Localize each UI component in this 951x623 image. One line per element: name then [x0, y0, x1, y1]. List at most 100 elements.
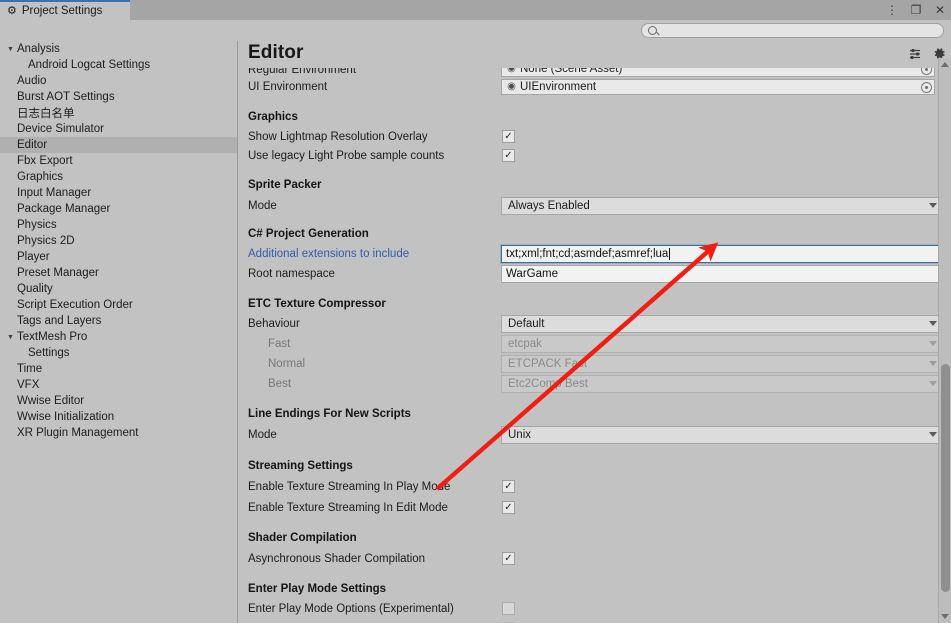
sidebar-item-label: Tags and Layers — [17, 315, 102, 327]
regular-environment-objectfield[interactable]: ◉ None (Scene Asset) — [501, 68, 935, 77]
row-legacy-lightprobe: Use legacy Light Probe sample counts ✓ — [239, 146, 951, 165]
sidebar-item-tags-and-layers[interactable]: ▼Tags and Layers — [0, 313, 237, 329]
sidebar-item-wwise-initialization[interactable]: ▼Wwise Initialization — [0, 409, 237, 425]
additional-extensions-input[interactable]: txt;xml;fnt;cd;asmdef;asmref;lua — [501, 245, 941, 263]
sidebar-item-time[interactable]: ▼Time — [0, 361, 237, 377]
root-namespace-input[interactable]: WarGame — [501, 265, 941, 283]
line-endings-mode-dropdown[interactable]: Unix — [501, 426, 943, 444]
additional-extensions-value: txt;xml;fnt;cd;asmdef;asmref;lua — [506, 248, 669, 260]
close-icon[interactable]: ✕ — [933, 3, 947, 17]
sprite-packer-mode-dropdown[interactable]: Always Enabled — [501, 197, 943, 215]
sidebar-item-package-manager[interactable]: ▼Package Manager — [0, 201, 237, 217]
sidebar-item-audio[interactable]: ▼Audio — [0, 73, 237, 89]
sidebar-item-textmesh-pro[interactable]: ▼ TextMesh Pro — [0, 329, 237, 345]
scrollbar-thumb[interactable] — [941, 364, 950, 592]
sidebar-item-label: Quality — [17, 283, 53, 295]
streaming-play-mode-checkbox[interactable]: ✓ — [502, 480, 515, 493]
chevron-down-icon — [929, 341, 937, 346]
sidebar-item-burst-aot-settings[interactable]: ▼Burst AOT Settings — [0, 89, 237, 105]
chevron-down-icon[interactable]: ▼ — [4, 334, 17, 341]
etc-best-value: Etc2Comp Best — [508, 378, 588, 390]
gear-icon: ⚙ — [7, 4, 17, 17]
row-label: Enable Texture Streaming In Edit Mode — [248, 501, 448, 514]
sidebar-item-player[interactable]: ▼Player — [0, 249, 237, 265]
row-etc-behaviour: Behaviour Default — [239, 314, 951, 334]
scroll-up-arrow-icon[interactable] — [941, 62, 949, 67]
sidebar-item-label: Graphics — [17, 171, 64, 183]
sidebar-item-physics-2d[interactable]: ▼Physics 2D — [0, 233, 237, 249]
sidebar-item-graphics[interactable]: ▼Graphics — [0, 169, 237, 185]
sidebar-item-xr-plugin-management[interactable]: ▼XR Plugin Management — [0, 425, 237, 441]
chevron-down-icon — [929, 361, 937, 366]
sidebar-item-label: Package Manager — [17, 203, 111, 215]
row-reload-domain: Reload Domain — [239, 619, 951, 623]
sidebar-item-physics[interactable]: ▼Physics — [0, 217, 237, 233]
sidebar-item-label: Physics 2D — [17, 235, 75, 247]
section-enter-play-mode: Enter Play Mode Settings — [239, 578, 951, 599]
scene-asset-icon: ◉ — [507, 68, 516, 74]
row-label: Additional extensions to include — [248, 248, 410, 260]
row-label: Mode — [248, 200, 277, 212]
sidebar-item-label: XR Plugin Management — [17, 427, 139, 439]
object-picker-icon[interactable] — [921, 82, 932, 93]
sidebar-item-android-logcat-settings[interactable]: ▼Android Logcat Settings — [0, 57, 237, 73]
sidebar-item-wwise-editor[interactable]: ▼Wwise Editor — [0, 393, 237, 409]
streaming-edit-mode-checkbox[interactable]: ✓ — [502, 501, 515, 514]
show-lightmap-overlay-checkbox[interactable]: ✓ — [502, 130, 515, 143]
vertical-scrollbar[interactable] — [938, 58, 951, 623]
row-label: Root namespace — [248, 268, 335, 280]
section-title: Sprite Packer — [248, 178, 322, 191]
section-sprite-packer: Sprite Packer — [239, 174, 951, 195]
sidebar-item-quality[interactable]: ▼Quality — [0, 281, 237, 297]
search-bar-row — [0, 20, 951, 41]
window-tab-bar: ⚙ Project Settings ⋮ ❐ ✕ — [0, 0, 951, 20]
row-root-namespace: Root namespace WarGame — [239, 264, 951, 284]
section-title: Streaming Settings — [248, 459, 353, 472]
sidebar-item-editor[interactable]: ▼Editor — [0, 137, 237, 153]
etc-behaviour-value: Default — [508, 318, 545, 330]
sidebar-item-fbx-export[interactable]: ▼Fbx Export — [0, 153, 237, 169]
legacy-lightprobe-checkbox[interactable]: ✓ — [502, 149, 515, 162]
row-label: Normal — [268, 358, 306, 370]
row-regular-environment: Regular Environment ◉ None (Scene Asset) — [239, 68, 951, 77]
etc-best-dropdown: Etc2Comp Best — [501, 375, 943, 393]
search-icon — [648, 26, 657, 35]
enter-play-mode-options-checkbox[interactable] — [502, 602, 515, 615]
settings-content: Regular Environment ◉ None (Scene Asset)… — [239, 68, 951, 623]
settings-sidebar[interactable]: ▼Analysis▼Android Logcat Settings▼Audio▼… — [0, 41, 238, 623]
panel-header: Editor — [239, 41, 951, 68]
sidebar-item-input-manager[interactable]: ▼Input Manager — [0, 185, 237, 201]
sidebar-item-[interactable]: ▼日志白名单 — [0, 105, 237, 121]
sidebar-item-script-execution-order[interactable]: ▼Script Execution Order — [0, 297, 237, 313]
scroll-down-arrow-icon[interactable] — [941, 614, 949, 619]
tab-label: Project Settings — [21, 5, 103, 17]
maximize-icon[interactable]: ❐ — [909, 3, 923, 17]
sidebar-item-label: Physics — [17, 219, 57, 231]
chevron-down-icon — [929, 432, 937, 437]
sidebar-item-label: Burst AOT Settings — [17, 91, 115, 103]
row-etc-best: Best Etc2Comp Best — [239, 374, 951, 394]
tab-project-settings[interactable]: ⚙ Project Settings — [0, 0, 130, 20]
etc-behaviour-dropdown[interactable]: Default — [501, 315, 943, 333]
root-namespace-value: WarGame — [506, 268, 558, 280]
row-line-endings-mode: Mode Unix — [239, 424, 951, 446]
chevron-down-icon[interactable]: ▼ — [4, 46, 17, 53]
sidebar-item-label: 日志白名单 — [17, 108, 75, 120]
sidebar-item-analysis[interactable]: ▼ Analysis — [0, 41, 237, 57]
search-input[interactable] — [641, 23, 944, 38]
ui-environment-objectfield[interactable]: ◉ UIEnvironment — [501, 79, 935, 95]
kebab-menu-icon[interactable]: ⋮ — [885, 3, 899, 17]
chevron-down-icon — [929, 203, 937, 208]
sidebar-item-device-simulator[interactable]: ▼Device Simulator — [0, 121, 237, 137]
row-label: Show Lightmap Resolution Overlay — [248, 130, 428, 143]
row-label: Best — [268, 378, 292, 390]
row-etc-fast: Fast etcpak — [239, 334, 951, 354]
row-sprite-packer-mode: Mode Always Enabled — [239, 195, 951, 217]
object-picker-icon[interactable] — [921, 68, 932, 75]
sidebar-item-vfx[interactable]: ▼VFX — [0, 377, 237, 393]
async-shader-compilation-checkbox[interactable]: ✓ — [502, 552, 515, 565]
sidebar-item-preset-manager[interactable]: ▼Preset Manager — [0, 265, 237, 281]
etc-fast-value: etcpak — [508, 338, 542, 350]
sidebar-item-settings[interactable]: ▼Settings — [0, 345, 237, 361]
preset-icon[interactable] — [908, 46, 922, 60]
